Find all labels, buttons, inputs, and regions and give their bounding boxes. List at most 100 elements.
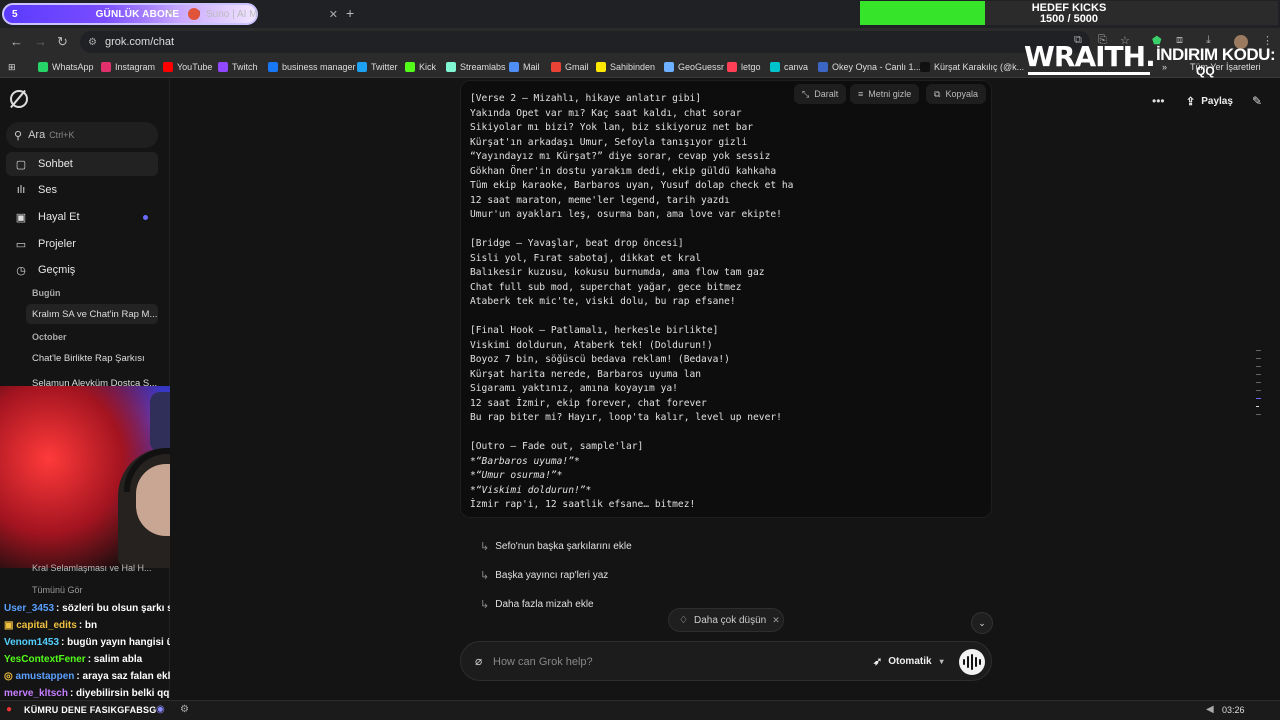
chat-badge-icon: ▣ [4, 620, 17, 631]
bookmark-item[interactable]: Instagram [101, 60, 155, 74]
bookmark-item[interactable]: WhatsApp [38, 60, 94, 74]
bookmark-favicon-icon [405, 62, 415, 72]
bookmark-favicon-icon [268, 62, 278, 72]
bookmark-favicon-icon [163, 62, 173, 72]
bookmark-item[interactable]: canva [770, 60, 808, 74]
bookmark-item[interactable]: Streamlabs [446, 60, 506, 74]
prompt-input[interactable] [493, 652, 853, 672]
see-all-link[interactable]: Tümünü Gör [32, 585, 83, 595]
grok-logo-icon[interactable] [10, 90, 28, 108]
suggestion-item[interactable]: ↳ Sefo'nun başka şarkılarını ekle [480, 540, 632, 553]
bookmark-item[interactable]: Mail [509, 60, 540, 74]
sidebar-item-projeler[interactable]: ▭ Projeler [6, 232, 158, 256]
suggestion-item[interactable]: ↳ Daha fazla mizah ekle [480, 598, 594, 611]
bookmark-favicon-icon [446, 62, 456, 72]
history-item[interactable]: Kralım SA ve Chat'in Rap M... [26, 304, 158, 324]
clock: 03:26 [1222, 705, 1245, 715]
arrow-return-icon: ↳ [480, 541, 490, 553]
bookmark-item[interactable]: Twitch [218, 60, 258, 74]
bookmark-label: Kick [419, 62, 437, 72]
think-more-chip[interactable]: ♢ Daha çok düşün ✕ [668, 608, 784, 632]
waveform-icon: ılı [16, 184, 26, 196]
bookmark-item[interactable]: Kick [405, 60, 436, 74]
more-options-icon[interactable]: ••• [1152, 94, 1165, 108]
chat-message: YesContextFener: salim abla [4, 654, 142, 665]
minimap-mark[interactable] [1256, 414, 1261, 415]
bookmark-favicon-icon [357, 62, 367, 72]
minimap-mark[interactable] [1256, 390, 1261, 391]
voice-mode-button[interactable] [959, 649, 985, 675]
apps-grid-icon[interactable]: ⊞ [8, 60, 16, 74]
tab-close-icon[interactable]: ✕ [329, 8, 338, 21]
lyrics-line: Bu rap biter mi? Hayır, loop'ta kalır, l… [470, 412, 782, 423]
new-tab-icon[interactable]: + [346, 5, 354, 21]
sidebar-item-sohbet[interactable]: ▢ Sohbet [6, 152, 158, 176]
new-chat-icon[interactable]: ✎ [1252, 94, 1262, 108]
reload-icon[interactable]: ↻ [57, 34, 68, 50]
bookmark-favicon-icon [509, 62, 519, 72]
conversation-minimap[interactable] [1256, 350, 1264, 422]
bookmark-item[interactable]: Sahibinden [596, 60, 655, 74]
discord-icon[interactable]: ◉ [156, 704, 165, 715]
bookmark-favicon-icon [596, 62, 606, 72]
suggestion-item[interactable]: ↳ Başka yayıncı rap'leri yaz [480, 569, 608, 582]
bookmark-favicon-icon [218, 62, 228, 72]
history-item[interactable]: Kral Selamlaşması ve Hal H... [32, 563, 152, 573]
close-icon[interactable]: ✕ [772, 615, 780, 626]
sponsor-underline [1028, 72, 1150, 75]
minimap-mark[interactable] [1256, 366, 1261, 367]
site-settings-icon[interactable]: ⚙ [88, 37, 97, 48]
sidebar-item-ses[interactable]: ılı Ses [6, 178, 158, 202]
minimap-mark[interactable] [1256, 374, 1261, 375]
minimap-mark[interactable] [1256, 350, 1261, 351]
scroll-down-button[interactable]: ⌄ [971, 612, 993, 634]
settings-icon[interactable]: ⚙ [180, 704, 189, 715]
sidebar-item-label: Geçmiş [38, 264, 76, 276]
taskbar-text: KÜMRU DENE FASIKGFABSG [24, 705, 157, 715]
suggestion-text: Daha fazla mizah ekle [495, 599, 594, 610]
bookmark-item[interactable]: Twitter [357, 60, 398, 74]
bookmark-favicon-icon [551, 62, 561, 72]
bookmark-item[interactable]: letgo [727, 60, 761, 74]
search-label: Ara [28, 129, 46, 141]
bookmark-favicon-icon [664, 62, 674, 72]
lyrics-line: [Bridge – Yavaşlar, beat drop öncesi] [470, 238, 684, 249]
volume-icon[interactable]: ◀ [1206, 704, 1214, 715]
lyrics-line: *“Umur osurma!”* [470, 470, 563, 481]
folder-icon: ▭ [15, 238, 27, 251]
minimap-mark[interactable] [1256, 382, 1261, 383]
tab-close-icon[interactable]: ✕ [166, 8, 174, 19]
sidebar-search[interactable]: ⚲ Ara Ctrl+K [6, 122, 158, 148]
sidebar-item-gecmis[interactable]: ◷ Geçmiş [6, 258, 158, 282]
bookmark-item[interactable]: Okey Oyna - Canlı 1... [818, 60, 921, 74]
minimap-mark-active[interactable] [1256, 398, 1261, 399]
bookmark-item[interactable]: business manager [268, 60, 356, 74]
kicks-goal-overlay: HEDEF KICKS 1500 / 5000 [860, 1, 1278, 25]
bookmark-item[interactable]: Kürşat Karakılıç (@k... [920, 60, 1024, 74]
share-button[interactable]: ⇪ Paylaş [1186, 95, 1233, 108]
bookmark-item[interactable]: Gmail [551, 60, 589, 74]
chevron-down-icon: ⌄ [978, 617, 986, 628]
lyrics-line: Kürşat harita nerede, Barbaros uyuma lan [470, 368, 702, 380]
tab-suno[interactable]: Suno | AI M ✕ [188, 4, 338, 24]
minimap-mark[interactable] [1256, 358, 1261, 359]
lyrics-line: [Verse 2 – Mizahlı, hikaye anlatır gibi] [470, 93, 702, 104]
bookmark-item[interactable]: GeoGuessr [664, 60, 724, 74]
think-more-label: Daha çok düşün [693, 614, 767, 626]
attach-icon[interactable]: ⌀ [475, 654, 482, 668]
chat-bubble-icon: ▢ [15, 158, 27, 171]
bookmark-label: Sahibinden [610, 62, 656, 72]
sidebar-item-hayal-et[interactable]: ▣ Hayal Et [6, 205, 158, 229]
lyrics-line: *“Barbaros uyuma!”* [470, 455, 580, 467]
forward-icon[interactable]: → [34, 34, 47, 49]
back-icon[interactable]: ← [10, 34, 23, 49]
address-bar[interactable]: ⚙ grok.com/chat [80, 31, 1090, 53]
minimap-mark[interactable] [1256, 406, 1259, 407]
taskbar [0, 700, 1280, 720]
chat-user: capital_edits [16, 620, 77, 631]
history-item[interactable]: Chat'le Birlikte Rap Şarkısı [26, 348, 158, 368]
lyrics-line: Tüm ekip karaoke, Barbaros uyan, Yusuf d… [470, 180, 794, 191]
chat-text: : salim abla [87, 654, 143, 665]
mode-selector[interactable]: ➶ Otomatik ▾ [873, 655, 944, 668]
bookmark-item[interactable]: YouTube [163, 60, 212, 74]
